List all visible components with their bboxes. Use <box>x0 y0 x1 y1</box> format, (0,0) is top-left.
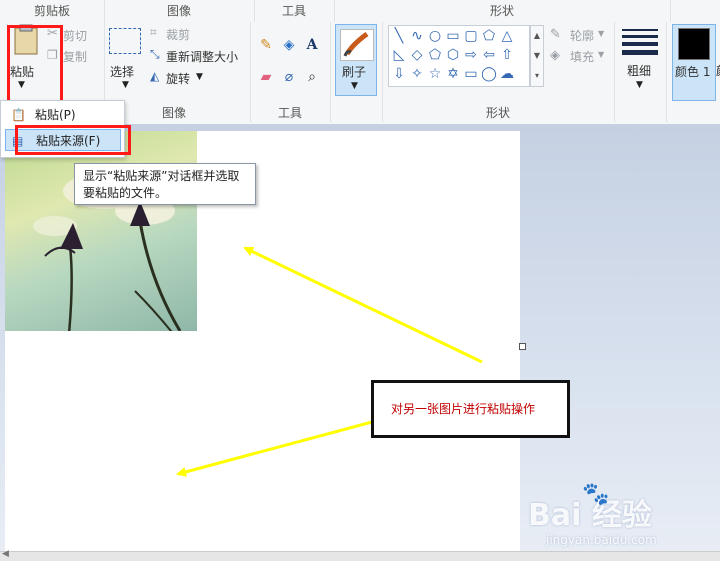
watermark: Bai 经验 🐾 jingyan.baidu.com <box>520 480 720 560</box>
tooltip: 显示“粘贴来源”对话框并选取 要粘贴的文件。 <box>74 163 256 205</box>
tooltip-line2: 要粘贴的文件。 <box>83 186 168 200</box>
watermark-url: jingyan.baidu.com <box>546 533 657 547</box>
clipboard-icon: 📋 <box>11 108 26 122</box>
scroll-left-icon[interactable]: ◀ <box>2 549 9 559</box>
arrow-to-canvas <box>176 420 373 477</box>
tooltip-line1: 显示“粘贴来源”对话框并选取 <box>83 169 240 183</box>
annotation-arrows <box>176 246 483 477</box>
menu-item-paste-label: 粘贴(P) <box>35 108 76 122</box>
paw-icon: 🐾 <box>582 482 610 507</box>
highlight-box-paste-from <box>15 125 131 155</box>
annotation-textbox: 对另一张图片进行粘贴操作 <box>371 380 570 438</box>
menu-item-paste[interactable]: 📋 粘贴(P) <box>5 104 121 126</box>
arrow-to-photo <box>243 246 483 364</box>
